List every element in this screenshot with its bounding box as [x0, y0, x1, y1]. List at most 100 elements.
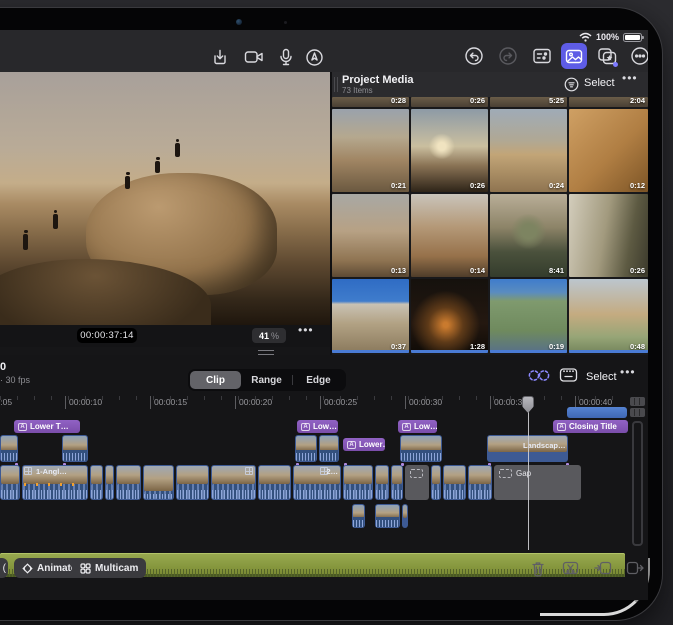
mode-clip[interactable]: Clip	[190, 371, 241, 389]
gap-clip[interactable]: Gap	[494, 465, 581, 500]
title-clip[interactable]: A Closing Title	[553, 420, 628, 433]
blade-button[interactable]	[562, 560, 580, 578]
storyline-clip[interactable]	[258, 465, 291, 500]
media-thumbnail[interactable]: 0:14	[411, 194, 488, 277]
track-height-control[interactable]	[630, 397, 645, 406]
record-camera-button[interactable]	[242, 45, 266, 69]
battery-icon	[623, 32, 644, 42]
title-clip[interactable]: A Lower T…	[14, 420, 80, 433]
redo-button[interactable]	[496, 44, 520, 68]
connected-clip[interactable]	[0, 435, 18, 462]
audio-clip[interactable]	[567, 407, 627, 418]
preview-person	[174, 138, 180, 157]
animate-icon	[22, 562, 33, 574]
media-thumbnail[interactable]: 8:41	[490, 194, 567, 277]
more-options-button[interactable]	[628, 44, 648, 68]
media-thumbnail[interactable]: 1:28	[411, 279, 488, 353]
usage-indicator	[569, 350, 648, 353]
track-height-control[interactable]	[630, 408, 645, 417]
storyline-clip[interactable]	[116, 465, 141, 500]
title-clip[interactable]: A Low…	[297, 420, 338, 433]
microphone-button[interactable]	[274, 45, 298, 69]
storyline-clip[interactable]	[443, 465, 466, 500]
viewer-more-button[interactable]: •••	[298, 324, 314, 336]
storyline-clip[interactable]	[468, 465, 492, 500]
media-select-button[interactable]: Select	[584, 77, 615, 89]
title-icon: A	[347, 440, 356, 449]
timeline-select-button[interactable]: Select	[586, 371, 617, 383]
media-thumbnail[interactable]: 5:25	[490, 97, 567, 107]
media-panel-title: Project Media	[342, 74, 414, 86]
panel-drag-grip[interactable]	[334, 77, 338, 92]
inspector-button[interactable]	[530, 44, 554, 68]
storyline-clip[interactable]	[431, 465, 441, 500]
storyline-clip-multicam[interactable]: 1-Angl…	[22, 465, 88, 500]
delete-button[interactable]	[530, 560, 548, 578]
connected-clip-below[interactable]	[402, 504, 408, 528]
media-thumbnail[interactable]: 0:37	[332, 279, 409, 353]
media-thumbnail[interactable]: 0:13	[332, 194, 409, 277]
insert-before-button[interactable]	[594, 560, 612, 578]
media-thumbnail[interactable]: 0:12	[569, 109, 648, 192]
usage-indicator	[490, 350, 567, 353]
zoom-level-control[interactable]: 41 %	[252, 328, 286, 343]
media-more-button[interactable]: •••	[622, 72, 638, 84]
mode-range[interactable]: Range	[241, 371, 292, 389]
selection-mode-control: Clip Range Edge	[188, 369, 346, 391]
gap-clip[interactable]	[405, 465, 429, 500]
media-thumbnail[interactable]: 0:26	[411, 109, 488, 192]
preview-person	[52, 209, 58, 229]
storyline-clip[interactable]	[343, 465, 373, 500]
connected-clip[interactable]	[62, 435, 88, 462]
storyline-clip[interactable]	[0, 465, 20, 500]
sensor-dot	[284, 21, 287, 24]
storyline-clip[interactable]	[375, 465, 389, 500]
connected-clip-below[interactable]	[352, 504, 365, 528]
title-clip[interactable]: A Lower…	[343, 438, 385, 451]
undo-button[interactable]	[462, 44, 486, 68]
media-thumbnail[interactable]: 0:28	[332, 97, 409, 107]
media-browser-button[interactable]	[561, 43, 587, 69]
media-thumbnail[interactable]: 0:26	[411, 97, 488, 107]
media-thumbnail[interactable]: 0:48	[569, 279, 648, 353]
media-thumbnail[interactable]: 0:26	[569, 194, 648, 277]
connected-clip[interactable]	[319, 435, 339, 462]
media-thumbnail[interactable]: 0:24	[490, 109, 567, 192]
import-button[interactable]	[208, 45, 232, 69]
clip-browser-icon[interactable]	[559, 367, 578, 388]
enhance-icon[interactable]	[528, 368, 550, 388]
media-thumbnail[interactable]: 0:19	[490, 279, 567, 353]
pencil-tool-button[interactable]	[302, 45, 326, 69]
preview-person	[125, 171, 131, 189]
storyline-clip[interactable]	[143, 465, 174, 500]
timeline-more-button[interactable]: •••	[620, 366, 636, 378]
mode-edge[interactable]: Edge	[293, 371, 344, 389]
title-clip[interactable]: A Low…	[398, 420, 437, 433]
keyframe-dots	[24, 482, 84, 486]
media-thumbnail[interactable]: 2:04	[569, 97, 648, 107]
connected-clip[interactable]	[400, 435, 442, 462]
storyline-clip[interactable]	[105, 465, 114, 500]
cutoff-button[interactable]: (	[0, 558, 8, 578]
filter-icon[interactable]	[564, 77, 579, 97]
video-preview[interactable]	[0, 72, 330, 325]
battery-percent: 100%	[595, 32, 619, 42]
preview-person	[155, 156, 161, 173]
playhead-line	[528, 398, 529, 550]
storyline-clip-multicam[interactable]	[211, 465, 256, 500]
project-fps: · 30 fps	[0, 375, 31, 385]
effects-button[interactable]	[595, 44, 619, 68]
storyline-clip[interactable]	[90, 465, 103, 500]
media-thumbnail[interactable]: 0:21	[332, 109, 409, 192]
connected-clip[interactable]	[295, 435, 317, 462]
viewer-control-bar: 00:00:37:14 41 % •••	[0, 324, 330, 347]
connected-clip-below[interactable]	[375, 504, 400, 528]
storyline-clip-multicam[interactable]: 2…	[293, 465, 341, 500]
effects-badge	[613, 62, 618, 67]
vertical-scrollbar[interactable]	[632, 421, 643, 546]
project-media-panel: Project Media 73 Items Select ••• 0:28 0…	[332, 72, 648, 355]
storyline-clip[interactable]	[391, 465, 403, 500]
storyline-clip[interactable]	[176, 465, 209, 500]
insert-after-button[interactable]	[626, 560, 644, 578]
multicam-button[interactable]: Multicam	[72, 558, 147, 578]
